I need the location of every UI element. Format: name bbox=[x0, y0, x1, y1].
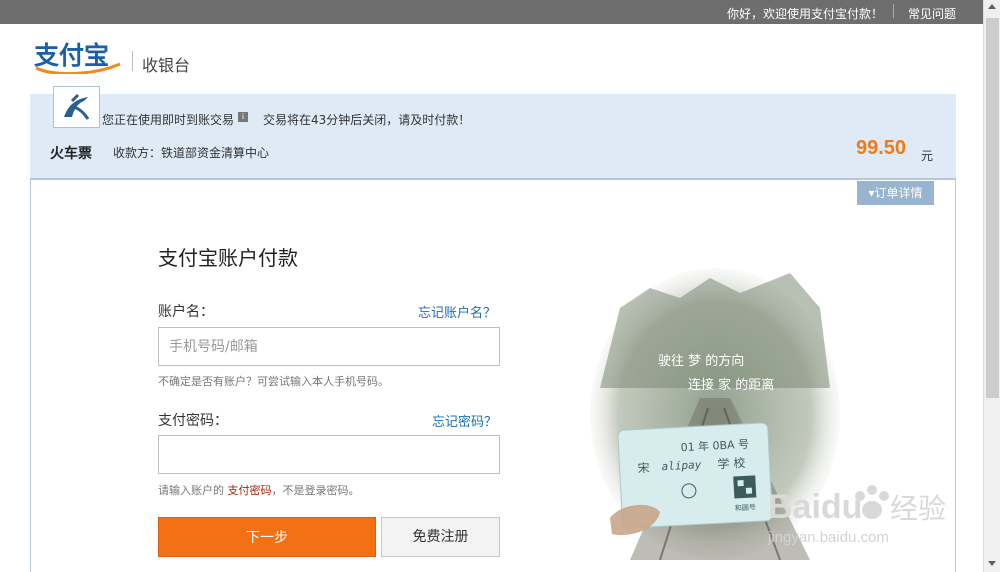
watermark-brand-cn: 经验 bbox=[890, 492, 946, 525]
account-input[interactable] bbox=[158, 327, 500, 366]
password-hint-pre: 请输入账户的 bbox=[158, 484, 224, 497]
qr-code-icon bbox=[733, 475, 757, 499]
header-divider bbox=[132, 51, 133, 71]
scroll-up-icon[interactable] bbox=[988, 4, 996, 9]
ticket-mid: alipay bbox=[661, 458, 702, 473]
page-title: 收银台 bbox=[142, 56, 191, 75]
order-info-panel: 您正在使用即时到账交易 i 交易将在43分钟后关闭，请及时付款！ 火车票 收款方… bbox=[30, 86, 956, 178]
next-step-button[interactable]: 下一步 bbox=[158, 517, 376, 557]
merchant-logo bbox=[53, 86, 100, 128]
payee-text: 收款方：铁道部资金清算中心 bbox=[113, 146, 270, 160]
account-hint: 不确定是否有账户？可尝试输入本人手机号码。 bbox=[158, 375, 389, 388]
register-button[interactable]: 免费注册 bbox=[381, 517, 500, 557]
currency-unit: 元 bbox=[921, 149, 934, 163]
top-bar: 你好，欢迎使用支付宝付款！ 常见问题 bbox=[0, 0, 983, 24]
logo-text: 支付宝 bbox=[34, 41, 109, 70]
topbar-divider bbox=[893, 4, 894, 18]
product-name: 火车票 bbox=[50, 146, 92, 162]
ticket-left: 宋 bbox=[637, 460, 650, 476]
welcome-text: 你好，欢迎使用支付宝付款！ bbox=[727, 7, 884, 21]
order-details-button[interactable]: ▾订单详情 bbox=[857, 181, 934, 205]
scroll-down-icon[interactable] bbox=[988, 561, 996, 566]
ticket-right: 学 校 bbox=[717, 455, 746, 471]
form-title: 支付宝账户付款 bbox=[158, 246, 298, 270]
password-hint: 请输入账户的 支付密码，不是登录密码。 bbox=[158, 482, 360, 498]
watermark-brand: Baidu bbox=[768, 488, 862, 526]
password-hint-post: ，不是登录密码。 bbox=[271, 484, 360, 497]
account-label: 账户名： bbox=[158, 304, 214, 320]
swallow-icon bbox=[59, 90, 94, 124]
close-time-notice: 交易将在43分钟后关闭，请及时付款！ bbox=[263, 113, 471, 127]
password-hint-highlight: 支付密码 bbox=[227, 484, 272, 497]
promo-line-1: 驶往 梦 的方向 bbox=[658, 353, 744, 369]
alipay-logo[interactable]: 支付宝 bbox=[32, 40, 124, 74]
promo-line-2: 连接 家 的距离 bbox=[688, 377, 774, 393]
password-input[interactable] bbox=[158, 435, 500, 474]
scrollbar-thumb[interactable] bbox=[986, 18, 999, 398]
vertical-scrollbar[interactable] bbox=[983, 0, 1000, 572]
password-label: 支付密码： bbox=[158, 413, 228, 429]
forgot-account-link[interactable]: 忘记账户名？ bbox=[418, 302, 496, 321]
forgot-password-link[interactable]: 忘记密码？ bbox=[432, 411, 497, 430]
info-icon[interactable]: i bbox=[238, 112, 248, 122]
ticket-bottom: 和圆号 bbox=[735, 502, 756, 512]
trade-type-notice: 您正在使用即时到账交易 bbox=[102, 113, 235, 127]
order-amount: 99.50 bbox=[856, 137, 907, 159]
watermark-url: jingyan.baidu.com bbox=[768, 529, 889, 546]
faq-link[interactable]: 常见问题 bbox=[908, 5, 956, 22]
